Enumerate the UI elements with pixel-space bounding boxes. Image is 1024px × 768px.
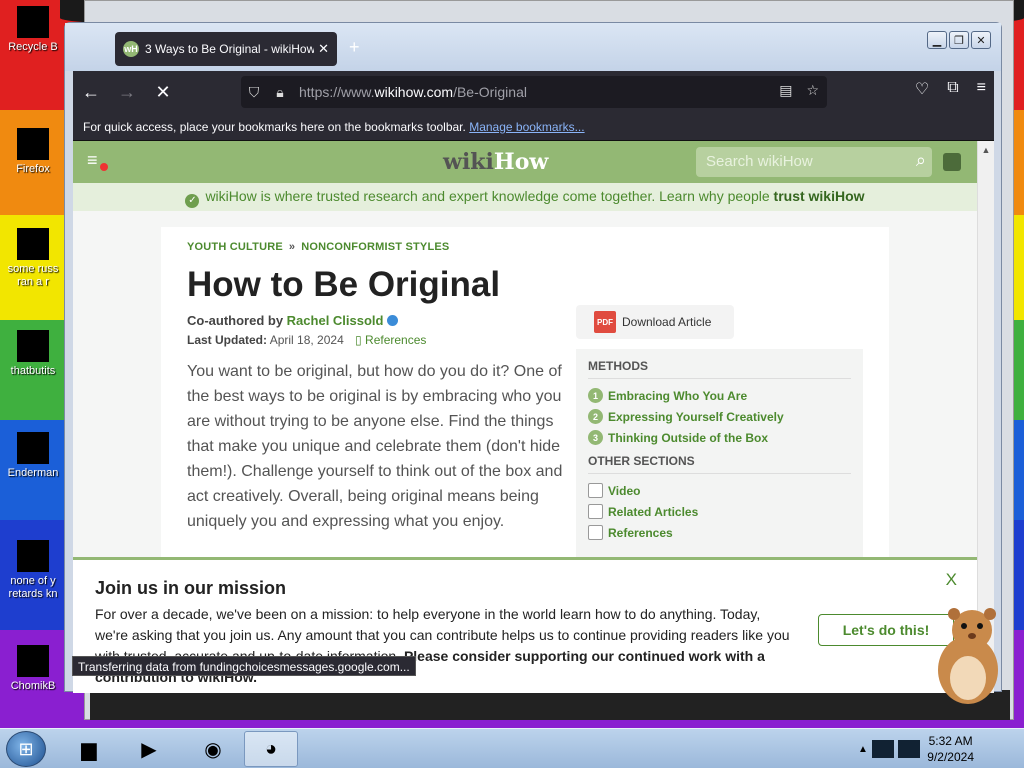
references-icon xyxy=(588,525,603,540)
hamster-mascot-icon xyxy=(938,608,998,704)
wikihow-favicon-icon: wH xyxy=(123,41,139,57)
lock-icon[interactable]: 🔒︎ xyxy=(267,84,293,101)
download-article-button[interactable]: PDF Download Article xyxy=(576,305,734,339)
minimize-button[interactable]: ▁ xyxy=(927,31,947,49)
toc-references[interactable]: References xyxy=(588,522,851,543)
intro-paragraph: You want to be original, but how do you … xyxy=(187,363,563,530)
app-icon: ▆ xyxy=(81,738,97,761)
toc-method-2[interactable]: 2 Expressing Yourself Creatively xyxy=(588,406,851,427)
clock[interactable]: 5:32 AM 9/2/2024 xyxy=(927,733,974,765)
url-text: https://www.wikihow.com/Be-Original xyxy=(299,84,527,100)
pocket-icon[interactable]: ♡ xyxy=(915,79,929,99)
hamster-icon xyxy=(17,645,49,677)
forward-arrow-icon[interactable]: → xyxy=(109,76,145,108)
check-icon: ✓ xyxy=(185,194,200,208)
pdf-icon: PDF xyxy=(594,311,616,333)
document-icon xyxy=(588,504,603,519)
firefox-icon xyxy=(17,128,49,160)
file-icon xyxy=(17,330,49,362)
methods-heading: METHODS xyxy=(588,359,851,379)
trust-banner: ✓ wikiHow is where trusted research and e… xyxy=(73,183,977,211)
other-sections-heading: OTHER SECTIONS xyxy=(588,454,851,474)
bookmark-star-icon[interactable]: ☆ xyxy=(806,82,819,99)
recycle-bin-icon xyxy=(17,6,49,38)
back-arrow-icon[interactable]: ← xyxy=(73,76,109,108)
close-banner-button[interactable]: X xyxy=(946,570,957,590)
wikihow-header: ≡ wikiHow Search wikiHow ⌕ xyxy=(73,141,977,183)
bookmarks-hint: For quick access, place your bookmarks h… xyxy=(83,120,466,134)
taskbar-firefox[interactable]: ◕ xyxy=(244,731,298,767)
hamburger-menu-icon[interactable]: ≡ xyxy=(87,151,108,171)
toc-method-3[interactable]: 3 Thinking Outside of the Box xyxy=(588,427,851,448)
page-title: How to Be Original xyxy=(187,265,501,304)
tab-wikihow[interactable]: wH 3 Ways to Be Original - wikiHow ✕ xyxy=(115,32,337,66)
shield-icon[interactable]: ⛉ xyxy=(241,84,267,101)
file-icon xyxy=(17,228,49,260)
scroll-up-icon[interactable]: ▲ xyxy=(978,141,994,155)
references-link[interactable]: ▯ References xyxy=(355,333,426,347)
desktop-icon-enderman[interactable]: Enderman xyxy=(4,432,62,480)
file-icon xyxy=(17,432,49,464)
window-controls: ▁ ❐ ✕ xyxy=(927,31,991,49)
extensions-icon[interactable]: ⧉ xyxy=(947,79,958,99)
media-player-icon: ▶ xyxy=(141,738,157,761)
apps-grid-icon[interactable] xyxy=(943,153,961,171)
tray-expand-icon[interactable]: ▲ xyxy=(858,744,868,755)
taskbar-globe[interactable]: ◉ xyxy=(186,731,240,767)
toc-video[interactable]: Video xyxy=(588,480,851,501)
url-bar[interactable]: ⛉ 🔒︎ https://www.wikihow.com/Be-Original… xyxy=(241,76,827,108)
new-tab-icon[interactable]: + xyxy=(349,37,360,58)
trust-wikihow-link[interactable]: trust wikiHow xyxy=(774,188,865,204)
desktop-icon-firefox[interactable]: Firefox xyxy=(4,128,62,176)
reader-view-icon[interactable]: ▤ xyxy=(779,82,792,99)
tab-strip: wH 3 Ways to Be Original - wikiHow ✕ + ▁… xyxy=(65,23,1001,71)
coauthor-line: Co-authored by Rachel Clissold xyxy=(187,313,399,328)
globe-icon: ◉ xyxy=(204,738,222,761)
breadcrumb-nonconformist-styles[interactable]: NONCONFORMIST STYLES xyxy=(301,241,449,253)
volume-icon[interactable] xyxy=(897,740,920,758)
video-icon xyxy=(588,483,603,498)
wikihow-logo[interactable]: wikiHow xyxy=(443,149,548,175)
manage-bookmarks-link[interactable]: Manage bookmarks... xyxy=(469,120,584,134)
taskbar: ⊞ ▆ ▶ ◉ ◕ ▲ 5:32 AM 9/2/2024 xyxy=(0,728,1024,768)
toc-method-1[interactable]: 1 Embracing Who You Are xyxy=(588,385,851,406)
firefox-icon: ◕ xyxy=(264,737,278,760)
desktop-icon-file-1[interactable]: some russ ran a r xyxy=(4,228,62,289)
breadcrumb: YOUTH CULTURE» NONCONFORMIST STYLES xyxy=(187,241,450,253)
desktop-icon-file-3[interactable]: none of y retards kn xyxy=(4,540,62,601)
search-icon[interactable]: ⌕ xyxy=(916,150,926,171)
page-viewport: ≡ wikiHow Search wikiHow ⌕ ✓ wikiHow is w… xyxy=(73,141,994,693)
search-input[interactable]: Search wikiHow ⌕ xyxy=(696,147,932,177)
file-icon xyxy=(17,540,49,572)
close-window-button[interactable]: ✕ xyxy=(971,31,991,49)
desktop-icon-recycle-bin[interactable]: Recycle B xyxy=(4,6,62,54)
close-tab-icon[interactable]: ✕ xyxy=(318,41,329,57)
desktop-icon-file-2[interactable]: thatbutits xyxy=(4,330,62,378)
notification-dot xyxy=(100,163,108,171)
desktop-icon-chomik[interactable]: ChomikB xyxy=(4,645,62,693)
taskbar-app-1[interactable]: ▆ xyxy=(62,731,116,767)
verified-icon xyxy=(387,315,399,326)
network-icon[interactable] xyxy=(871,740,894,758)
status-bar: Transferring data from fundingchoicesmes… xyxy=(72,656,416,676)
mission-title: Join us in our mission xyxy=(95,578,287,598)
start-button[interactable]: ⊞ xyxy=(6,731,46,767)
browser-window: wH 3 Ways to Be Original - wikiHow ✕ + ▁… xyxy=(64,22,1002,693)
taskbar-media-player[interactable]: ▶ xyxy=(122,731,176,767)
menu-icon[interactable]: ≡ xyxy=(977,79,986,99)
tab-title: 3 Ways to Be Original - wikiHow xyxy=(145,42,315,56)
bookmarks-toolbar: For quick access, place your bookmarks h… xyxy=(73,113,994,141)
maximize-button[interactable]: ❐ xyxy=(949,31,969,49)
breadcrumb-youth-culture[interactable]: YOUTH CULTURE xyxy=(187,241,283,253)
last-updated: Last Updated: April 18, 2024 ▯ Reference… xyxy=(187,333,427,347)
stop-loading-icon[interactable]: ✕ xyxy=(145,76,181,108)
navigation-toolbar: ← → ✕ ⛉ 🔒︎ https://www.wikihow.com/Be-Or… xyxy=(73,71,994,113)
author-link[interactable]: Rachel Clissold xyxy=(287,313,384,328)
background-window-bottom xyxy=(90,690,1010,720)
toc-related-articles[interactable]: Related Articles xyxy=(588,501,851,522)
